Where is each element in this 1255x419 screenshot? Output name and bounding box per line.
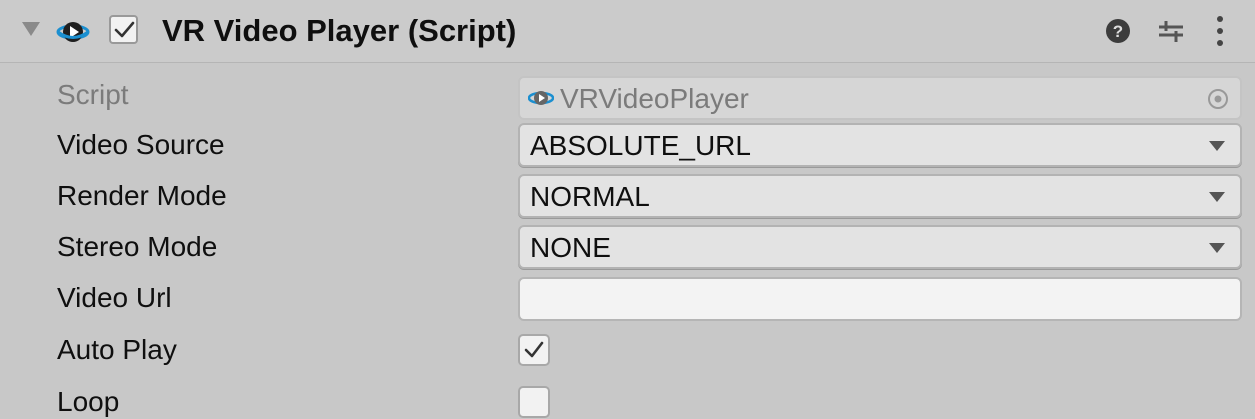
loop-label: Loop	[57, 386, 120, 417]
render-mode-value: NORMAL	[530, 181, 650, 212]
video-source-dropdown[interactable]: ABSOLUTE_URL	[518, 123, 1242, 167]
render-mode-dropdown[interactable]: NORMAL	[518, 174, 1242, 218]
video-source-label: Video Source	[57, 129, 225, 160]
preset-icon[interactable]	[1157, 16, 1185, 46]
script-object-field: VRVideoPlayer	[518, 76, 1242, 120]
svg-text:?: ?	[1113, 22, 1123, 41]
inspector-component-panel: VR Video Player (Script) ? Script VRVide…	[0, 0, 1255, 419]
component-enabled-checkbox[interactable]	[109, 15, 138, 44]
help-icon[interactable]: ?	[1105, 18, 1131, 44]
video-source-value: ABSOLUTE_URL	[530, 130, 751, 161]
stereo-mode-label: Stereo Mode	[57, 231, 218, 262]
script-value: VRVideoPlayer	[560, 83, 749, 114]
dropdown-arrow-icon	[1209, 192, 1225, 202]
stereo-mode-dropdown[interactable]: NONE	[518, 225, 1242, 269]
context-menu-icon[interactable]	[1213, 14, 1227, 48]
auto-play-checkbox[interactable]	[518, 334, 550, 366]
video-url-input[interactable]	[518, 277, 1242, 321]
dropdown-arrow-icon	[1209, 243, 1225, 253]
render-mode-label: Render Mode	[57, 180, 227, 211]
script-label: Script	[57, 79, 129, 110]
script-asset-icon	[528, 91, 554, 105]
vr-video-player-script-icon	[56, 22, 90, 42]
stereo-mode-value: NONE	[530, 232, 611, 263]
foldout-arrow-icon[interactable]	[22, 22, 40, 36]
loop-checkbox[interactable]	[518, 386, 550, 418]
component-title: VR Video Player (Script)	[162, 13, 517, 48]
auto-play-label: Auto Play	[57, 334, 177, 365]
dropdown-arrow-icon	[1209, 141, 1225, 151]
checkmark-icon	[524, 341, 544, 358]
video-url-label: Video Url	[57, 282, 172, 313]
object-picker-icon	[1208, 89, 1228, 109]
component-header[interactable]: VR Video Player (Script) ?	[0, 0, 1255, 63]
